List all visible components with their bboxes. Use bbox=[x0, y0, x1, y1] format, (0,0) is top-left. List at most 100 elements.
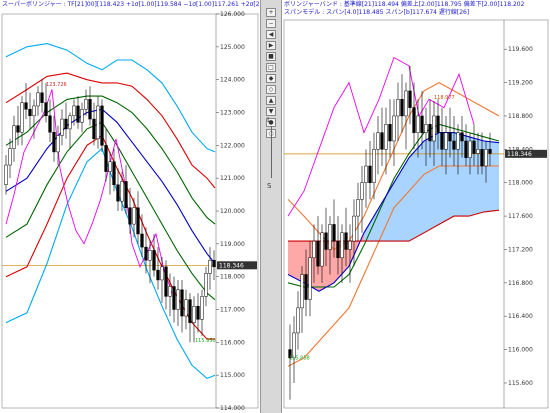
candle-body bbox=[304, 274, 308, 300]
candle-body bbox=[36, 92, 40, 107]
candle-body bbox=[104, 145, 108, 172]
candle-body bbox=[464, 140, 468, 158]
candle-body bbox=[364, 165, 368, 183]
candle-body bbox=[324, 232, 328, 250]
candle-body bbox=[352, 215, 356, 242]
y-tick-label: 120.000 bbox=[220, 208, 245, 215]
candle-body bbox=[152, 250, 156, 271]
price-annotation: 115.950 bbox=[195, 338, 216, 344]
series-line-mid bbox=[5, 108, 216, 264]
price-annotation: 118.977 bbox=[434, 95, 455, 101]
toolbar-scroll-track[interactable] bbox=[271, 126, 272, 178]
candle-body bbox=[52, 131, 56, 153]
candle-body bbox=[404, 90, 408, 117]
candle-body bbox=[348, 240, 352, 250]
y-tick-label: 121.000 bbox=[220, 175, 245, 182]
candle-body bbox=[16, 125, 20, 133]
toolbar-button-6[interactable]: ◆ bbox=[266, 74, 276, 83]
candle-body bbox=[212, 260, 216, 268]
current-price-label: 118.346 bbox=[219, 262, 244, 269]
left-chart-panel[interactable]: スーパーボリンジャー : TF[21]00][118.423 +1σ[1.00]… bbox=[0, 0, 329, 413]
candle-body bbox=[56, 135, 60, 153]
y-tick-label: 117.200 bbox=[508, 246, 533, 253]
candle-body bbox=[424, 124, 428, 133]
candle-body bbox=[436, 115, 440, 133]
toolbar-button-3[interactable]: ▶ bbox=[266, 41, 276, 50]
candle-body bbox=[64, 118, 68, 130]
candle-body bbox=[204, 273, 208, 297]
toolbar-button-7[interactable]: ◇ bbox=[266, 85, 276, 94]
candle-body bbox=[420, 115, 424, 133]
candle-body bbox=[168, 286, 172, 297]
y-tick-label: 125.000 bbox=[220, 44, 245, 51]
candle-body bbox=[408, 90, 412, 108]
y-tick-label: 117.000 bbox=[220, 307, 245, 314]
candle-body bbox=[48, 115, 52, 133]
candle-body bbox=[340, 232, 344, 259]
y-tick-label: 116.000 bbox=[508, 347, 533, 354]
candle-body bbox=[44, 102, 48, 117]
candle-body bbox=[124, 181, 128, 208]
candle-body bbox=[372, 149, 376, 183]
candle-body bbox=[24, 102, 28, 110]
candle-body bbox=[128, 207, 132, 225]
toolbar-button-8[interactable]: ▲ bbox=[266, 96, 276, 105]
candle-body bbox=[460, 132, 464, 142]
candle-body bbox=[148, 250, 152, 261]
price-annotation: 123.726 bbox=[46, 82, 67, 88]
candle-body bbox=[300, 274, 304, 309]
right-chart-panel[interactable]: ボリンジャーバンド : 基準線[21]118.494 偏差上[2.00]118.… bbox=[282, 0, 550, 413]
candle-body bbox=[384, 124, 388, 150]
y-tick-label: 119.000 bbox=[220, 241, 245, 248]
candle-body bbox=[332, 224, 336, 242]
toolbar-button-0[interactable]: + bbox=[266, 8, 276, 17]
candle-body bbox=[392, 115, 396, 142]
candle-body bbox=[328, 224, 332, 250]
left-chart-svg[interactable]: 126.000 125.000 124.000 123.000 122.000 121.0… bbox=[0, 0, 260, 413]
candle-body bbox=[356, 199, 360, 217]
candle-body bbox=[488, 149, 492, 154]
candle-body bbox=[468, 140, 472, 158]
y-tick-label: 118.000 bbox=[220, 274, 245, 281]
candle-body bbox=[92, 118, 96, 140]
y-tick-label: 115.000 bbox=[220, 372, 245, 379]
candle-body bbox=[32, 105, 36, 117]
candle-body bbox=[132, 207, 136, 225]
candle-body bbox=[200, 296, 204, 320]
candle-body bbox=[172, 286, 176, 310]
candle-body bbox=[476, 149, 480, 154]
candle-body bbox=[184, 299, 188, 317]
toolbar-button-2[interactable]: ◀ bbox=[266, 30, 276, 39]
y-tick-label: 118.800 bbox=[508, 113, 533, 120]
candle-body bbox=[120, 181, 124, 202]
y-tick-label: 114.000 bbox=[220, 405, 245, 412]
toolbar-button-9[interactable]: ▼ bbox=[266, 107, 276, 116]
y-tick-label: 115.600 bbox=[508, 380, 533, 387]
candle-body bbox=[400, 99, 404, 117]
candle-body bbox=[20, 102, 24, 133]
toolbar-button-1[interactable]: − bbox=[266, 19, 276, 28]
y-tick-label: 119.200 bbox=[508, 80, 533, 87]
candle-body bbox=[76, 105, 80, 123]
right-chart-svg[interactable]: 119.600119.200118.800118.400118.000117.6… bbox=[282, 0, 550, 413]
y-tick-label: 124.000 bbox=[220, 77, 245, 84]
candle-body bbox=[480, 149, 484, 167]
current-price-label: 118.346 bbox=[507, 151, 532, 158]
candle-body bbox=[396, 99, 400, 117]
candle-body bbox=[316, 240, 320, 267]
toolbar-button-5[interactable]: □ bbox=[266, 63, 276, 72]
series-line-chikou bbox=[5, 89, 173, 294]
candle-body bbox=[196, 305, 200, 320]
candle-body bbox=[40, 92, 44, 103]
candle-body bbox=[8, 148, 12, 166]
chart-toolbar: +−◀▶■□◆◇▲▼●○ L S bbox=[260, 0, 282, 413]
candle-body bbox=[144, 246, 148, 261]
candle-body bbox=[336, 240, 340, 259]
candle-body bbox=[12, 125, 16, 149]
candle-body bbox=[456, 132, 460, 150]
toolbar-button-4[interactable]: ■ bbox=[266, 52, 276, 61]
toolbar-label-s: S bbox=[267, 182, 272, 190]
price-annotation: 115.858 bbox=[289, 355, 310, 361]
candle-body bbox=[380, 132, 384, 150]
candle-body bbox=[156, 269, 160, 281]
